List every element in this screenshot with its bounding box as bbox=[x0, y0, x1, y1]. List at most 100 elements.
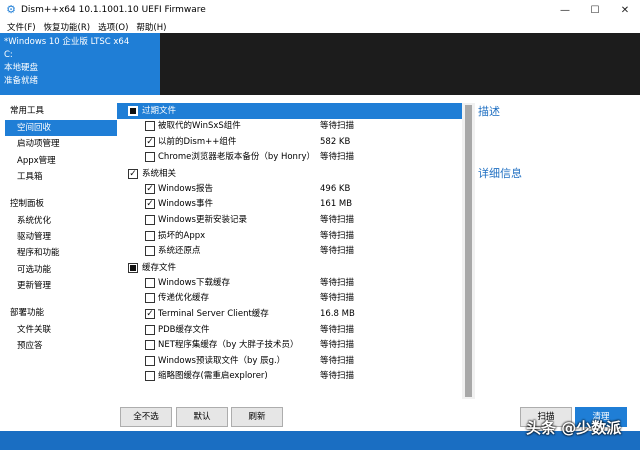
item-label: PDB缓存文件 bbox=[158, 324, 210, 335]
cleanup-panel: 过期文件 被取代的WinSxS组件 等待扫描 ✓ 以前的Dism++组件 582 KB Ch… bbox=[117, 95, 475, 431]
disk-type: 本地硬盘 bbox=[4, 63, 39, 73]
menu-file[interactable]: 文件(F) bbox=[3, 21, 40, 33]
item-size: 等待扫描 bbox=[320, 355, 355, 366]
session-bar: *Windows 10 企业版 LTSC x64 C: 本地硬盘 准备就绪 bbox=[0, 33, 640, 95]
item-size: 等待扫描 bbox=[320, 371, 355, 382]
item-label: Terminal Server Client缓存 bbox=[158, 308, 269, 319]
item-label: Windows下载缓存 bbox=[158, 277, 230, 288]
cleanup-item-row[interactable]: Windows预读取文件（by 辰g.） 等待扫描 bbox=[117, 354, 462, 370]
category-row[interactable]: 过期文件 bbox=[117, 103, 462, 119]
item-label: Windows报告 bbox=[158, 183, 213, 194]
item-size: 等待扫描 bbox=[320, 277, 355, 288]
item-label: 传递优化缓存 bbox=[158, 293, 210, 304]
item-checkbox[interactable] bbox=[145, 277, 155, 288]
sidebar: 常用工具 空间回收 启动项管理 Appx管理 工具箱 控制面板 系统优化 驱动管… bbox=[0, 95, 117, 431]
cleanup-item-row[interactable]: ✓ Windows报告 496 KB bbox=[117, 182, 462, 198]
details-heading: 详细信息 bbox=[478, 167, 522, 180]
item-size: 16.8 MB bbox=[320, 308, 355, 319]
maximize-button[interactable]: ☐ bbox=[580, 0, 610, 20]
cleanup-item-row[interactable]: PDB缓存文件 等待扫描 bbox=[117, 323, 462, 339]
select-none-button[interactable]: 全不选 bbox=[120, 407, 172, 427]
item-checkbox[interactable]: ✓ bbox=[145, 183, 155, 194]
item-checkbox[interactable] bbox=[145, 121, 155, 131]
menu-restore[interactable]: 恢复功能(R) bbox=[40, 21, 95, 33]
category-row[interactable]: 缓存文件 bbox=[117, 260, 462, 276]
category-checkbox[interactable]: ✓ bbox=[128, 168, 138, 179]
cleanup-item-row[interactable]: 损坏的Appx 等待扫描 bbox=[117, 229, 462, 245]
refresh-button[interactable]: 刷新 bbox=[231, 407, 283, 427]
item-size: 等待扫描 bbox=[320, 246, 355, 257]
item-label: 损坏的Appx bbox=[158, 230, 206, 241]
cleanup-item-row[interactable]: ✓ Windows事件 161 MB bbox=[117, 197, 462, 213]
sidebar-item-optional-features[interactable]: 可选功能 bbox=[0, 262, 117, 278]
item-size: 等待扫描 bbox=[320, 230, 355, 241]
scrollbar-thumb[interactable] bbox=[465, 105, 472, 397]
item-size: 582 KB bbox=[320, 136, 351, 147]
item-size: 161 MB bbox=[320, 199, 353, 210]
item-size: 等待扫描 bbox=[320, 121, 355, 131]
item-checkbox[interactable] bbox=[145, 246, 155, 257]
cleanup-item-row[interactable]: Windows更新安装记录 等待扫描 bbox=[117, 213, 462, 229]
item-checkbox[interactable] bbox=[145, 324, 155, 335]
default-button[interactable]: 默认 bbox=[176, 407, 228, 427]
item-size: 等待扫描 bbox=[320, 324, 355, 335]
item-checkbox[interactable]: ✓ bbox=[145, 199, 155, 210]
category-label: 系统相关 bbox=[142, 168, 177, 179]
sidebar-group-deploy: 部署功能 bbox=[10, 307, 45, 318]
window-title: Dism++x64 10.1.1001.10 UEFI Firmware bbox=[21, 5, 206, 15]
sidebar-item-unattend[interactable]: 预应答 bbox=[0, 338, 117, 354]
vertical-scrollbar[interactable] bbox=[462, 103, 475, 399]
sidebar-item-optimize[interactable]: 系统优化 bbox=[0, 213, 117, 229]
close-button[interactable]: ✕ bbox=[610, 0, 640, 20]
description-heading: 描述 bbox=[478, 105, 500, 118]
sidebar-item-startup[interactable]: 启动项管理 bbox=[0, 136, 117, 152]
cleanup-item-row[interactable]: 被取代的WinSxS组件 等待扫描 bbox=[117, 119, 462, 135]
item-checkbox[interactable] bbox=[145, 230, 155, 241]
cleanup-item-row[interactable]: NET程序集缓存（by 大胖子技术员） 等待扫描 bbox=[117, 338, 462, 354]
watermark: 头条 @少数派 bbox=[526, 419, 622, 437]
info-panel: 描述 详细信息 扫描 清理 bbox=[475, 95, 640, 431]
item-label: Windows预读取文件（by 辰g.） bbox=[158, 355, 286, 366]
item-checkbox[interactable] bbox=[145, 340, 155, 351]
category-label: 缓存文件 bbox=[142, 262, 177, 273]
item-checkbox[interactable] bbox=[145, 152, 155, 163]
menu-help[interactable]: 帮助(H) bbox=[132, 21, 170, 33]
item-label: Chrome浏览器老版本备份（by Honry） bbox=[158, 152, 315, 163]
cleanup-item-row[interactable]: ✓ 以前的Dism++组件 582 KB bbox=[117, 135, 462, 151]
sidebar-item-file-associations[interactable]: 文件关联 bbox=[0, 322, 117, 338]
cleanup-item-row[interactable]: 缩略图缓存(需重启explorer) 等待扫描 bbox=[117, 369, 462, 385]
category-row[interactable]: ✓ 系统相关 bbox=[117, 166, 462, 182]
cleanup-item-row[interactable]: Chrome浏览器老版本备份（by Honry） 等待扫描 bbox=[117, 150, 462, 166]
item-label: NET程序集缓存（by 大胖子技术员） bbox=[158, 340, 299, 351]
category-label: 过期文件 bbox=[142, 106, 177, 116]
category-checkbox[interactable] bbox=[128, 262, 138, 273]
category-checkbox[interactable] bbox=[128, 106, 138, 116]
item-label: Windows更新安装记录 bbox=[158, 214, 247, 225]
item-checkbox[interactable] bbox=[145, 214, 155, 225]
sidebar-group-control-panel: 控制面板 bbox=[10, 198, 45, 209]
sidebar-item-drivers[interactable]: 驱动管理 bbox=[0, 229, 117, 245]
menu-bar: 文件(F) 恢复功能(R) 选项(O) 帮助(H) bbox=[0, 20, 640, 33]
cleanup-button-bar: 全不选 默认 刷新 bbox=[117, 407, 475, 427]
system-session-tile[interactable]: *Windows 10 企业版 LTSC x64 C: 本地硬盘 准备就绪 bbox=[0, 33, 160, 95]
cleanup-item-row[interactable]: 系统还原点 等待扫描 bbox=[117, 244, 462, 260]
item-checkbox[interactable] bbox=[145, 355, 155, 366]
item-checkbox[interactable]: ✓ bbox=[145, 308, 155, 319]
sidebar-item-space-cleanup[interactable]: 空间回收 bbox=[5, 120, 117, 137]
cleanup-item-row[interactable]: ✓ Terminal Server Client缓存 16.8 MB bbox=[117, 307, 462, 323]
cleanup-item-row[interactable]: Windows下载缓存 等待扫描 bbox=[117, 276, 462, 292]
sidebar-item-updates[interactable]: 更新管理 bbox=[0, 278, 117, 294]
item-checkbox[interactable] bbox=[145, 371, 155, 382]
menu-options[interactable]: 选项(O) bbox=[94, 21, 132, 33]
item-label: Windows事件 bbox=[158, 199, 213, 210]
sidebar-item-programs[interactable]: 程序和功能 bbox=[0, 245, 117, 261]
item-checkbox[interactable] bbox=[145, 293, 155, 304]
sidebar-item-toolbox[interactable]: 工具箱 bbox=[0, 169, 117, 185]
drive-letter: C: bbox=[4, 50, 13, 60]
sidebar-item-appx[interactable]: Appx管理 bbox=[0, 153, 117, 169]
item-label: 被取代的WinSxS组件 bbox=[158, 121, 241, 131]
cleanup-item-row[interactable]: 传递优化缓存 等待扫描 bbox=[117, 291, 462, 307]
item-label: 以前的Dism++组件 bbox=[158, 136, 237, 147]
item-checkbox[interactable]: ✓ bbox=[145, 136, 155, 147]
minimize-button[interactable]: — bbox=[550, 0, 580, 20]
